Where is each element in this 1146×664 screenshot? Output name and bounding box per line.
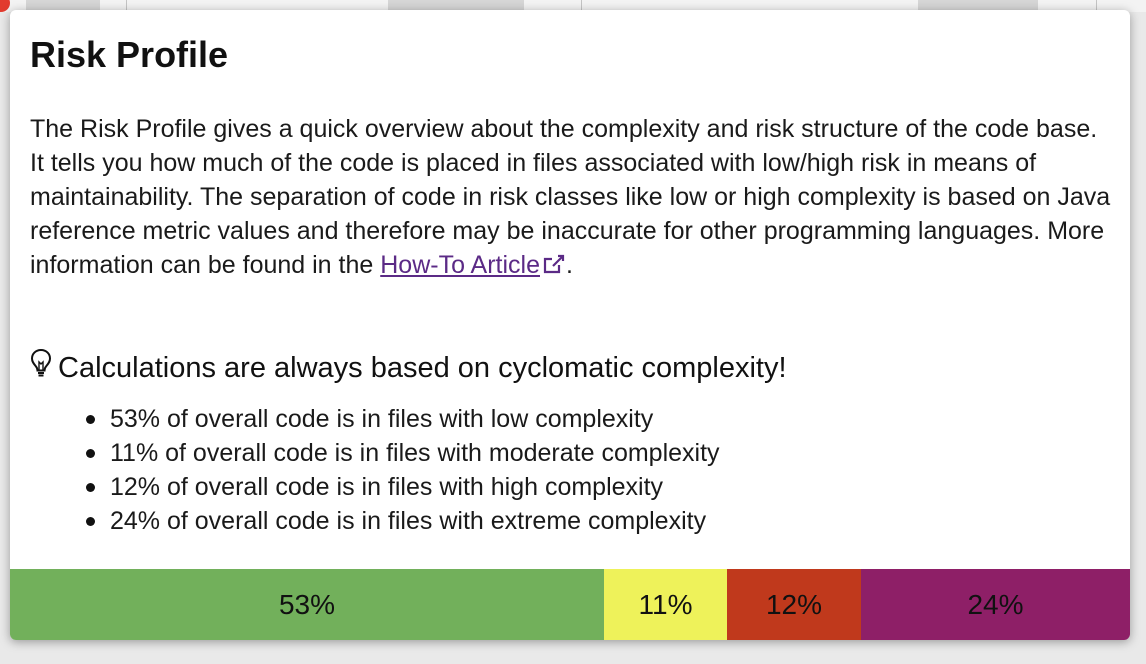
risk-profile-description: The Risk Profile gives a quick overview … <box>30 112 1115 284</box>
list-item: 53% of overall code is in files with low… <box>86 402 720 436</box>
list-item: 11% of overall code is in files with mod… <box>86 436 720 470</box>
how-to-article-link[interactable]: How-To Article <box>380 251 566 279</box>
background-cell <box>388 0 524 10</box>
risk-segment-moderate: 11% <box>604 569 727 640</box>
popover-title: Risk Profile <box>30 34 229 75</box>
background-cell <box>918 0 1038 10</box>
lightbulb-icon <box>30 348 52 387</box>
risk-segment-low: 53% <box>10 569 604 640</box>
calculation-note-text: Calculations are always based on cycloma… <box>58 351 787 384</box>
risk-profile-popover: Risk Profile The Risk Profile gives a qu… <box>10 10 1130 640</box>
risk-segment-high: 12% <box>727 569 861 640</box>
list-item: 24% of overall code is in files with ext… <box>86 504 720 538</box>
calculation-note: Calculations are always based on cycloma… <box>30 348 787 387</box>
background-cell <box>26 0 100 10</box>
description-end: . <box>566 251 573 279</box>
risk-segment-extreme: 24% <box>861 569 1130 640</box>
list-item: 12% of overall code is in files with hig… <box>86 470 720 504</box>
external-link-icon <box>542 250 566 284</box>
risk-distribution-bar: 53% 11% 12% 24% <box>10 569 1130 640</box>
risk-summary-list: 53% of overall code is in files with low… <box>86 402 720 538</box>
how-to-article-link-text: How-To Article <box>380 251 540 279</box>
